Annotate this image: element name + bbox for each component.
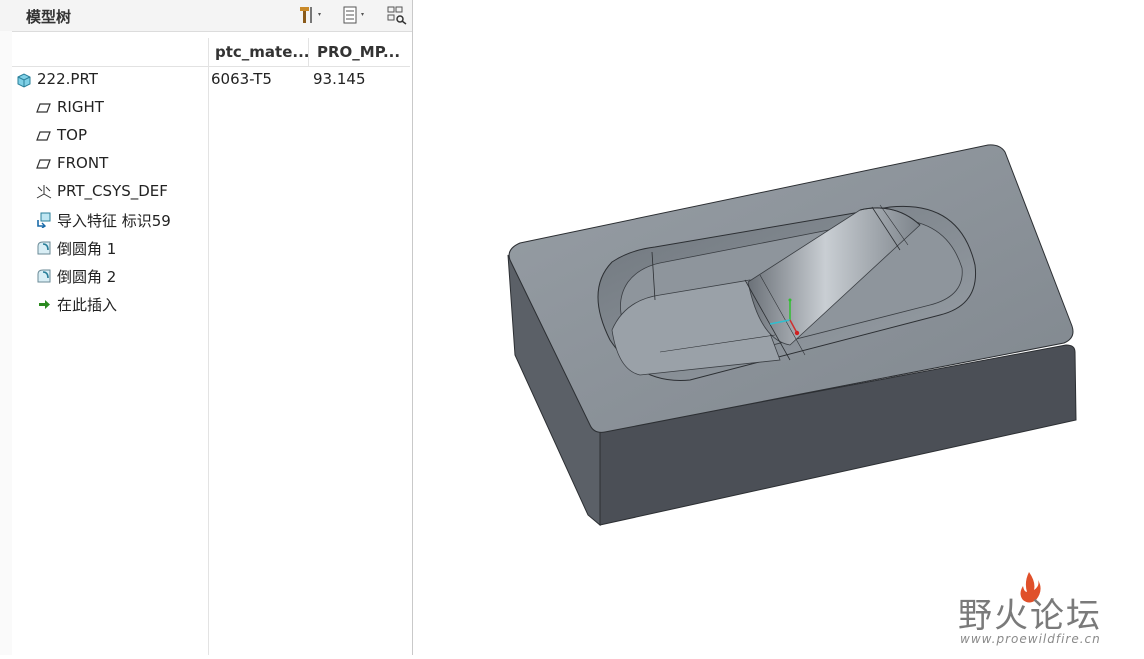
material-value: 6063-T5 [211,70,272,88]
tree-label: 在此插入 [57,296,118,314]
import-feature-icon [36,212,52,229]
part-icon [16,72,32,88]
mass-value: 93.145 [313,70,366,88]
watermark-title: 野火论坛 [958,596,1102,636]
round-icon [36,268,52,284]
model-tree-header: 模型树 [0,0,412,32]
insert-here-arrow-icon [36,296,52,312]
part-model-render [507,144,1077,527]
tree-label: 倒圆角 2 [57,268,117,286]
tree-row-csys[interactable]: PRT_CSYS_DEF [12,179,410,205]
model-tree-title: 模型树 [26,8,72,26]
model-tree-panel: 模型树 ptc_mate... PRO_MP... 222.PRT 6063-T… [0,0,413,655]
tree-label: FRONT [57,154,109,172]
column-header-material[interactable]: ptc_mate... [215,43,310,61]
tree-row-round-2[interactable]: 倒圆角 2 [12,263,410,289]
tools-icon[interactable] [298,5,321,25]
tree-label: 222.PRT [37,70,98,88]
tree-label: TOP [57,126,88,144]
tree-row-right[interactable]: RIGHT [12,95,410,121]
csys-icon [36,184,52,200]
tree-row-insert-here[interactable]: 在此插入 [12,291,410,317]
tree-label: 导入特征 标识59 [57,212,171,230]
datum-plane-icon [36,128,52,144]
tree-row-top[interactable]: TOP [12,123,410,149]
column-header-mass[interactable]: PRO_MP... [317,43,400,61]
tree-label: PRT_CSYS_DEF [57,182,168,200]
datum-plane-icon [36,100,52,116]
tree-row-import-feature[interactable]: 导入特征 标识59 [12,207,410,233]
tree-row-part[interactable]: 222.PRT 6063-T5 93.145 [12,67,410,93]
tree-row-front[interactable]: FRONT [12,151,410,177]
tree-column-header: ptc_mate... PRO_MP... [12,38,410,67]
graphics-viewport[interactable]: 野火论坛 www.proewildfire.cn [413,0,1144,655]
column-separator[interactable] [308,38,309,66]
tree-row-round-1[interactable]: 倒圆角 1 [12,235,410,261]
round-icon [36,240,52,256]
forum-watermark: 野火论坛 www.proewildfire.cn [958,570,1138,650]
column-filter-icon[interactable] [386,5,408,25]
settings-list-icon[interactable] [342,5,364,25]
watermark-url: www.proewildfire.cn [960,632,1101,646]
tree-label: RIGHT [57,98,104,116]
datum-plane-icon [36,156,52,172]
tree-left-margin [0,31,12,655]
tree-label: 倒圆角 1 [57,240,117,258]
